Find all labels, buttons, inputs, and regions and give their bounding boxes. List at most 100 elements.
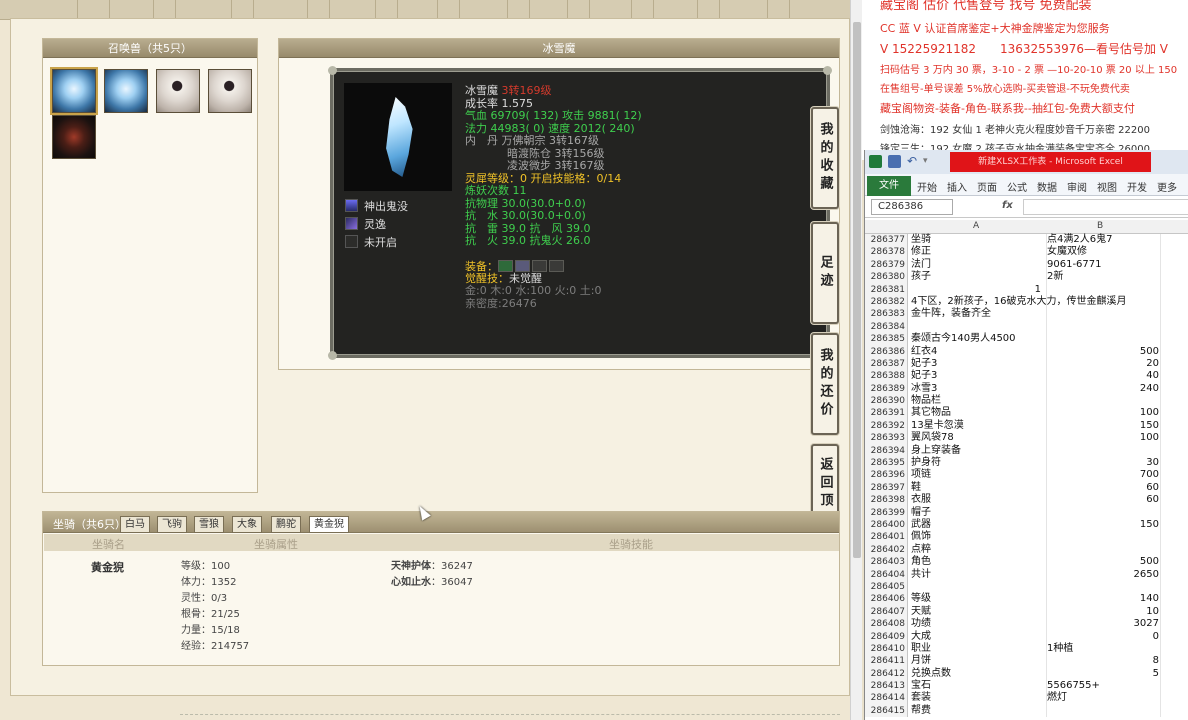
row-number[interactable]: 286412 <box>865 667 908 681</box>
sheet-row[interactable]: 286410 职业 1种植 <box>865 642 1188 656</box>
cell-a[interactable]: 衣服 <box>911 494 1044 506</box>
row-number[interactable]: 286399 <box>865 506 908 519</box>
sheet-row[interactable]: 286388 妃子3 40 <box>865 370 1188 383</box>
cell-b[interactable]: 100 <box>1047 432 1159 444</box>
cell-a[interactable]: 冰雪3 <box>911 383 1044 395</box>
cell-b[interactable]: 2650 <box>1047 569 1159 581</box>
sheet-row[interactable]: 286392 13星卡忽漠 150 <box>865 419 1188 433</box>
sheet-row[interactable]: 286385 秦颂古今140男人4500 <box>865 333 1188 346</box>
cell-b[interactable]: 3027 <box>1047 618 1159 630</box>
cell-a[interactable]: 武器 <box>911 519 1044 531</box>
sheet-row[interactable]: 286408 功绩 3027 <box>865 618 1188 631</box>
cell-a[interactable]: 4下区，2新孩子，16破克水大力，传世金麒溪月 <box>911 296 1126 308</box>
cell-a[interactable]: 点粹 <box>911 544 1044 556</box>
sheet-grid[interactable]: 286377 坐骑 点4满2人6鬼7 286378 修正 女魔双修 286379 法门 9061… <box>865 234 1188 718</box>
row-number[interactable]: 286411 <box>865 655 908 668</box>
cell-a[interactable]: 妃子3 <box>911 370 1044 382</box>
cell-b[interactable]: 女魔双修 <box>1047 246 1159 258</box>
row-number[interactable]: 286387 <box>865 357 908 371</box>
sheet-row[interactable]: 286393 翼风袋78 100 <box>865 432 1188 445</box>
cell-a[interactable]: 秦颂古今140男人4500 <box>911 333 1044 345</box>
mount-tab-active[interactable]: 黄金猊 <box>309 516 349 533</box>
column-header-b[interactable]: B <box>1097 221 1103 231</box>
cell-b[interactable]: 100 <box>1047 407 1159 419</box>
cell-a[interactable]: 1 <box>911 284 1041 296</box>
row-number[interactable]: 286385 <box>865 333 908 346</box>
cell-b[interactable]: 30 <box>1047 457 1159 469</box>
save-icon[interactable] <box>888 155 901 168</box>
cell-b[interactable]: 60 <box>1047 482 1159 494</box>
row-number[interactable]: 286394 <box>865 444 908 458</box>
row-number[interactable]: 286407 <box>865 605 908 619</box>
equip-slot[interactable] <box>532 260 547 272</box>
ribbon-tab-developer[interactable]: 开发 <box>1127 179 1147 194</box>
cell-b[interactable]: 60 <box>1047 494 1159 506</box>
mount-tab[interactable]: 飞驹 <box>157 516 187 533</box>
row-number[interactable]: 286391 <box>865 407 908 420</box>
cell-a[interactable]: 月饼 <box>911 655 1044 667</box>
row-number[interactable]: 286380 <box>865 271 908 284</box>
cell-a[interactable]: 身上穿装备 <box>911 445 1044 457</box>
cell-a[interactable]: 功绩 <box>911 618 1044 630</box>
cell-a[interactable]: 角色 <box>911 556 1044 568</box>
sheet-row[interactable]: 286411 月饼 8 <box>865 655 1188 668</box>
cell-a[interactable]: 孩子 <box>911 271 1044 283</box>
row-number[interactable]: 286397 <box>865 481 908 495</box>
row-number[interactable]: 286402 <box>865 543 908 557</box>
cell-a[interactable]: 妃子3 <box>911 358 1044 370</box>
sheet-row[interactable]: 286386 红衣4 500 <box>865 345 1188 358</box>
row-number[interactable]: 286390 <box>865 395 908 408</box>
row-number[interactable]: 286392 <box>865 419 908 433</box>
sheet-row[interactable]: 286398 衣服 60 <box>865 494 1188 507</box>
sheet-row[interactable]: 286380 孩子 2新 <box>865 271 1188 284</box>
cell-a[interactable]: 项链 <box>911 469 1044 481</box>
cell-b[interactable]: 40 <box>1047 370 1159 382</box>
sheet-row[interactable]: 286409 大成 0 <box>865 630 1188 643</box>
row-number[interactable]: 286403 <box>865 556 908 569</box>
cell-a[interactable]: 物品栏 <box>911 395 1044 407</box>
cell-b[interactable]: 1种植 <box>1047 643 1159 655</box>
cell-a[interactable]: 天赋 <box>911 606 1044 618</box>
pet-thumb-ice-1[interactable] <box>50 67 98 115</box>
sheet-row[interactable]: 286399 帽子 <box>865 506 1188 519</box>
cell-a[interactable]: 套装 <box>911 692 1044 704</box>
row-number[interactable]: 286389 <box>865 382 908 396</box>
sheet-row[interactable]: 286400 武器 150 <box>865 518 1188 532</box>
quick-access-dropdown-icon[interactable]: ▾ <box>923 155 936 168</box>
cell-b[interactable]: 150 <box>1047 519 1159 531</box>
row-number[interactable]: 286408 <box>865 618 908 631</box>
row-number[interactable]: 286383 <box>865 308 908 321</box>
mount-tab[interactable]: 鹏驼 <box>271 516 301 533</box>
cell-b[interactable]: 140 <box>1047 593 1159 605</box>
row-number[interactable]: 286404 <box>865 568 908 581</box>
row-number[interactable]: 286405 <box>865 580 908 594</box>
ribbon-tab-insert[interactable]: 插入 <box>947 179 967 194</box>
sheet-row[interactable]: 286396 项链 700 <box>865 469 1188 482</box>
cell-a[interactable]: 宝石 <box>911 680 1044 692</box>
cell-a[interactable]: 修正 <box>911 246 1044 258</box>
equip-slot[interactable] <box>515 260 530 272</box>
cell-a[interactable]: 金牛阵，装备齐全 <box>911 308 1044 320</box>
sheet-row[interactable]: 286402 点粹 <box>865 543 1188 557</box>
cell-a[interactable]: 职业 <box>911 643 1044 655</box>
footprint-button[interactable]: 足迹 <box>811 222 839 324</box>
cell-a[interactable]: 兑换点数 <box>911 668 1044 680</box>
sheet-row[interactable]: 286415 帮费 <box>865 704 1188 718</box>
name-box[interactable]: C286386 <box>871 199 953 215</box>
my-counter-offer-button[interactable]: 我的还价 <box>811 333 839 435</box>
file-tab[interactable]: 文件 <box>867 176 911 196</box>
sheet-row[interactable]: 286406 等级 140 <box>865 593 1188 606</box>
sheet-row[interactable]: 286378 修正 女魔双修 <box>865 246 1188 259</box>
cell-b[interactable]: 燃灯 <box>1047 692 1159 704</box>
pet-thumb-dark[interactable] <box>52 115 96 159</box>
cell-b[interactable]: 150 <box>1047 420 1159 432</box>
sheet-row[interactable]: 286381 1 <box>865 283 1188 296</box>
ribbon-tab-view[interactable]: 视图 <box>1097 179 1117 194</box>
row-number[interactable]: 286401 <box>865 531 908 544</box>
cell-b[interactable]: 10 <box>1047 606 1159 618</box>
row-number[interactable]: 286396 <box>865 469 908 482</box>
sheet-row[interactable]: 286387 妃子3 20 <box>865 357 1188 371</box>
pet-thumb-ice-2[interactable] <box>104 69 148 113</box>
my-favorites-button[interactable]: 我的收藏 <box>811 107 839 209</box>
sheet-row[interactable]: 286383 金牛阵，装备齐全 <box>865 308 1188 321</box>
